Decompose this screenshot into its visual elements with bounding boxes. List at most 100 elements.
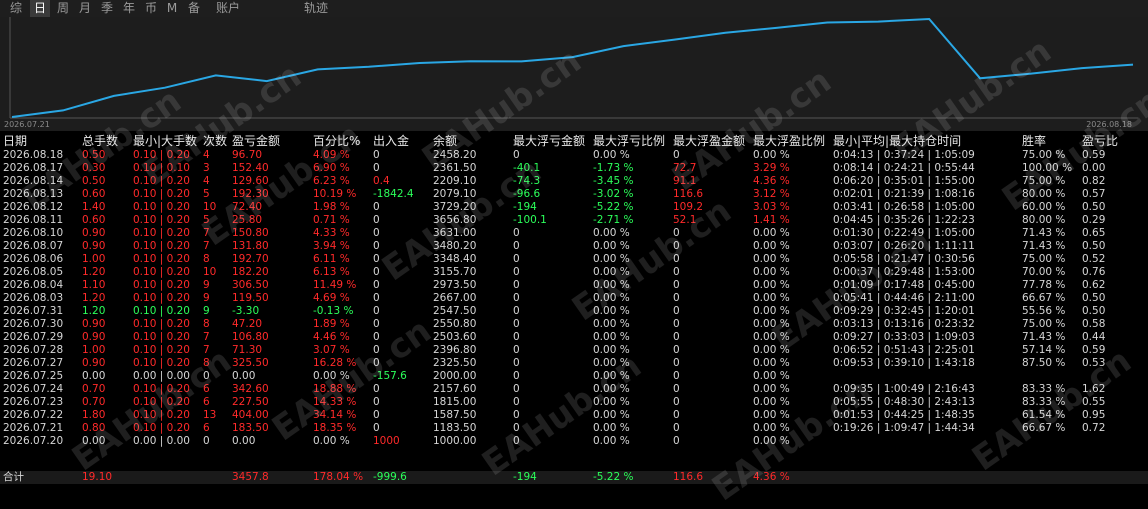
cell-profit-ratio: 0.00 (1082, 162, 1106, 174)
header-max-float-profit[interactable]: 最大浮盈金额 (673, 133, 745, 149)
header-min-max-lots[interactable]: 最小|大手数 (133, 133, 197, 149)
table-row[interactable]: 2026.08.05 1.20 0.10 | 0.20 10 182.20 6.13 % 0… (0, 266, 1148, 279)
cell-max-float-profit-ratio: 0.00 % (753, 370, 790, 382)
cell-pnl-amount: 192.70 (232, 253, 269, 265)
tab-currency[interactable]: 币 (141, 0, 161, 17)
table-row[interactable]: 2026.07.25 0.00 0.00 | 0.00 0 0.00 0.00 % -157… (0, 370, 1148, 383)
cell-total-lots: 0.50 (82, 149, 106, 161)
cell-total-lots: 0.90 (82, 357, 106, 369)
cell-profit-ratio: 0.55 (1082, 396, 1106, 408)
tab-note[interactable]: 备 (184, 0, 204, 17)
cell-date: 2026.08.13 (3, 188, 64, 200)
cell-max-float-profit: 0 (673, 370, 680, 382)
header-pnl-percent[interactable]: 百分比% (313, 133, 360, 149)
tab-day[interactable]: 日 (30, 0, 50, 17)
cell-max-drawdown-ratio: 0.00 % (593, 318, 630, 330)
table-row[interactable]: 2026.07.31 1.20 0.10 | 0.20 9 -3.30 -0.13 % 0 2… (0, 305, 1148, 318)
header-deposit-withdraw[interactable]: 出入金 (373, 133, 409, 149)
tab-year[interactable]: 年 (119, 0, 139, 17)
cell-min-max-lots: 0.10 | 0.20 (133, 149, 190, 161)
tab-quarter[interactable]: 季 (97, 0, 117, 17)
cell-deposit-withdraw: 0 (373, 214, 380, 226)
cell-trade-count: 4 (203, 175, 210, 187)
table-row[interactable]: 2026.08.14 0.50 0.10 | 0.20 4 129.60 6.23 % 0.… (0, 175, 1148, 188)
cell-hold-time: 0:09:35 | 1:00:49 | 2:16:43 (833, 383, 975, 395)
table-row[interactable]: 2026.08.06 1.00 0.10 | 0.20 8 192.70 6.11 % 0 3… (0, 253, 1148, 266)
header-date[interactable]: 日期 (3, 133, 27, 149)
cell-min-max-lots: 0.10 | 0.20 (133, 227, 190, 239)
cell-balance: 2079.10 (433, 188, 477, 200)
header-total-lots[interactable]: 总手数 (82, 133, 118, 149)
tab-month[interactable]: 月 (75, 0, 95, 17)
total-max-drawdown-ratio: -5.22 % (593, 471, 634, 483)
cell-profit-ratio: 0.50 (1082, 305, 1106, 317)
cell-max-drawdown-ratio: 0.00 % (593, 253, 630, 265)
cell-balance: 2157.60 (433, 383, 477, 395)
table-row[interactable]: 2026.07.28 1.00 0.10 | 0.20 7 71.30 3.07 % 0 23… (0, 344, 1148, 357)
tab-m[interactable]: M (165, 0, 179, 17)
header-hold-time[interactable]: 最小|平均|最大持仓时间 (833, 133, 961, 149)
table-row[interactable]: 2026.08.11 0.60 0.10 | 0.20 5 25.80 0.71 % 0 36… (0, 214, 1148, 227)
tab-summary[interactable]: 综 (6, 0, 26, 17)
cell-profit-ratio: 0.58 (1082, 318, 1106, 330)
header-trade-count[interactable]: 次数 (203, 133, 227, 149)
cell-max-drawdown: 0 (513, 422, 520, 434)
total-pnl-amount: 3457.8 (232, 471, 269, 483)
cell-profit-ratio: 0.50 (1082, 201, 1106, 213)
tab-account[interactable]: 账户 (210, 0, 246, 17)
cell-trade-count: 8 (203, 253, 210, 265)
cell-profit-ratio: 0.44 (1082, 331, 1106, 343)
cell-max-float-profit-ratio: 0.00 % (753, 227, 790, 239)
table-row[interactable]: 2026.08.13 0.60 0.10 | 0.20 5 192.30 10.19 % -… (0, 188, 1148, 201)
cell-max-float-profit: 0 (673, 422, 680, 434)
header-profit-ratio[interactable]: 盈亏比 (1082, 133, 1118, 149)
table-row[interactable]: 2026.07.27 0.90 0.10 | 0.20 8 325.50 16.28 % 0… (0, 357, 1148, 370)
header-pnl-amount[interactable]: 盈亏金额 (232, 133, 280, 149)
header-balance[interactable]: 余额 (433, 133, 457, 149)
table-row[interactable]: 2026.07.24 0.70 0.10 | 0.20 6 342.60 18.88 % 0… (0, 383, 1148, 396)
table-row[interactable]: 2026.08.07 0.90 0.10 | 0.20 7 131.80 3.94 % 0 3… (0, 240, 1148, 253)
tab-track[interactable]: 轨迹 (296, 0, 336, 17)
cell-date: 2026.08.05 (3, 266, 64, 278)
cell-max-drawdown-ratio: 0.00 % (593, 370, 630, 382)
cell-pnl-percent: 6.90 % (313, 162, 350, 174)
cell-pnl-percent: 18.88 % (313, 383, 357, 395)
cell-max-float-profit: 0 (673, 253, 680, 265)
header-max-float-profit-ratio[interactable]: 最大浮盈比例 (753, 133, 825, 149)
cell-max-float-profit: 52.1 (673, 214, 697, 226)
cell-pnl-amount: 47.20 (232, 318, 263, 330)
table-row[interactable]: 2026.08.10 0.90 0.10 | 0.20 7 150.80 4.33 % 0 3… (0, 227, 1148, 240)
cell-deposit-withdraw: 0 (373, 266, 380, 278)
table-row[interactable]: 2026.08.17 0.30 0.10 | 0.10 3 152.40 6.90 % 0 2… (0, 162, 1148, 175)
table-row[interactable]: 2026.08.04 1.10 0.10 | 0.20 9 306.50 11.49 % 0… (0, 279, 1148, 292)
table-row[interactable]: 2026.07.30 0.90 0.10 | 0.20 8 47.20 1.89 % 0 25… (0, 318, 1148, 331)
header-max-drawdown-ratio[interactable]: 最大浮亏比例 (593, 133, 665, 149)
table-row[interactable]: 2026.07.23 0.70 0.10 | 0.20 6 227.50 14.33 % 0… (0, 396, 1148, 409)
cell-deposit-withdraw: 0 (373, 383, 380, 395)
cell-deposit-withdraw: 0.4 (373, 175, 390, 187)
cell-profit-ratio: 0.52 (1082, 253, 1106, 265)
header-max-drawdown[interactable]: 最大浮亏金额 (513, 133, 585, 149)
table-row[interactable]: 2026.07.21 0.80 0.10 | 0.20 6 183.50 18.35 % 0… (0, 422, 1148, 435)
table-row[interactable]: 2026.07.29 0.90 0.10 | 0.20 7 106.80 4.46 % 0 2… (0, 331, 1148, 344)
cell-pnl-percent: 3.07 % (313, 344, 350, 356)
header-win-rate[interactable]: 胜率 (1022, 133, 1046, 149)
table-row[interactable]: 2026.07.22 1.80 0.10 | 0.20 13 404.00 34.14 %… (0, 409, 1148, 422)
table-row[interactable]: 2026.07.20 0.00 0.00 | 0.00 0 0.00 0.00 % 1000… (0, 435, 1148, 448)
cell-deposit-withdraw: 0 (373, 344, 380, 356)
cell-hold-time: 0:06:52 | 0:51:43 | 2:25:01 (833, 344, 975, 356)
total-total-lots: 19.10 (82, 471, 113, 483)
cell-date: 2026.07.29 (3, 331, 64, 343)
tab-week[interactable]: 周 (53, 0, 73, 17)
cell-max-float-profit: 0 (673, 435, 680, 447)
cell-max-drawdown-ratio: 0.00 % (593, 396, 630, 408)
cell-trade-count: 10 (203, 201, 217, 213)
cell-date: 2026.07.20 (3, 435, 64, 447)
table-row[interactable]: 2026.08.18 0.50 0.10 | 0.20 4 96.70 4.09 % 0 24… (0, 149, 1148, 162)
cell-max-drawdown: 0 (513, 409, 520, 421)
cell-hold-time: 0:05:58 | 0:21:47 | 0:30:56 (833, 253, 975, 265)
cell-pnl-amount: 227.50 (232, 396, 269, 408)
table-row[interactable]: 2026.08.03 1.20 0.10 | 0.20 9 119.50 4.69 % 0 2… (0, 292, 1148, 305)
table-row[interactable]: 2026.08.12 1.40 0.10 | 0.20 10 72.40 1.98 % 0 3… (0, 201, 1148, 214)
cell-max-float-profit: 0 (673, 383, 680, 395)
